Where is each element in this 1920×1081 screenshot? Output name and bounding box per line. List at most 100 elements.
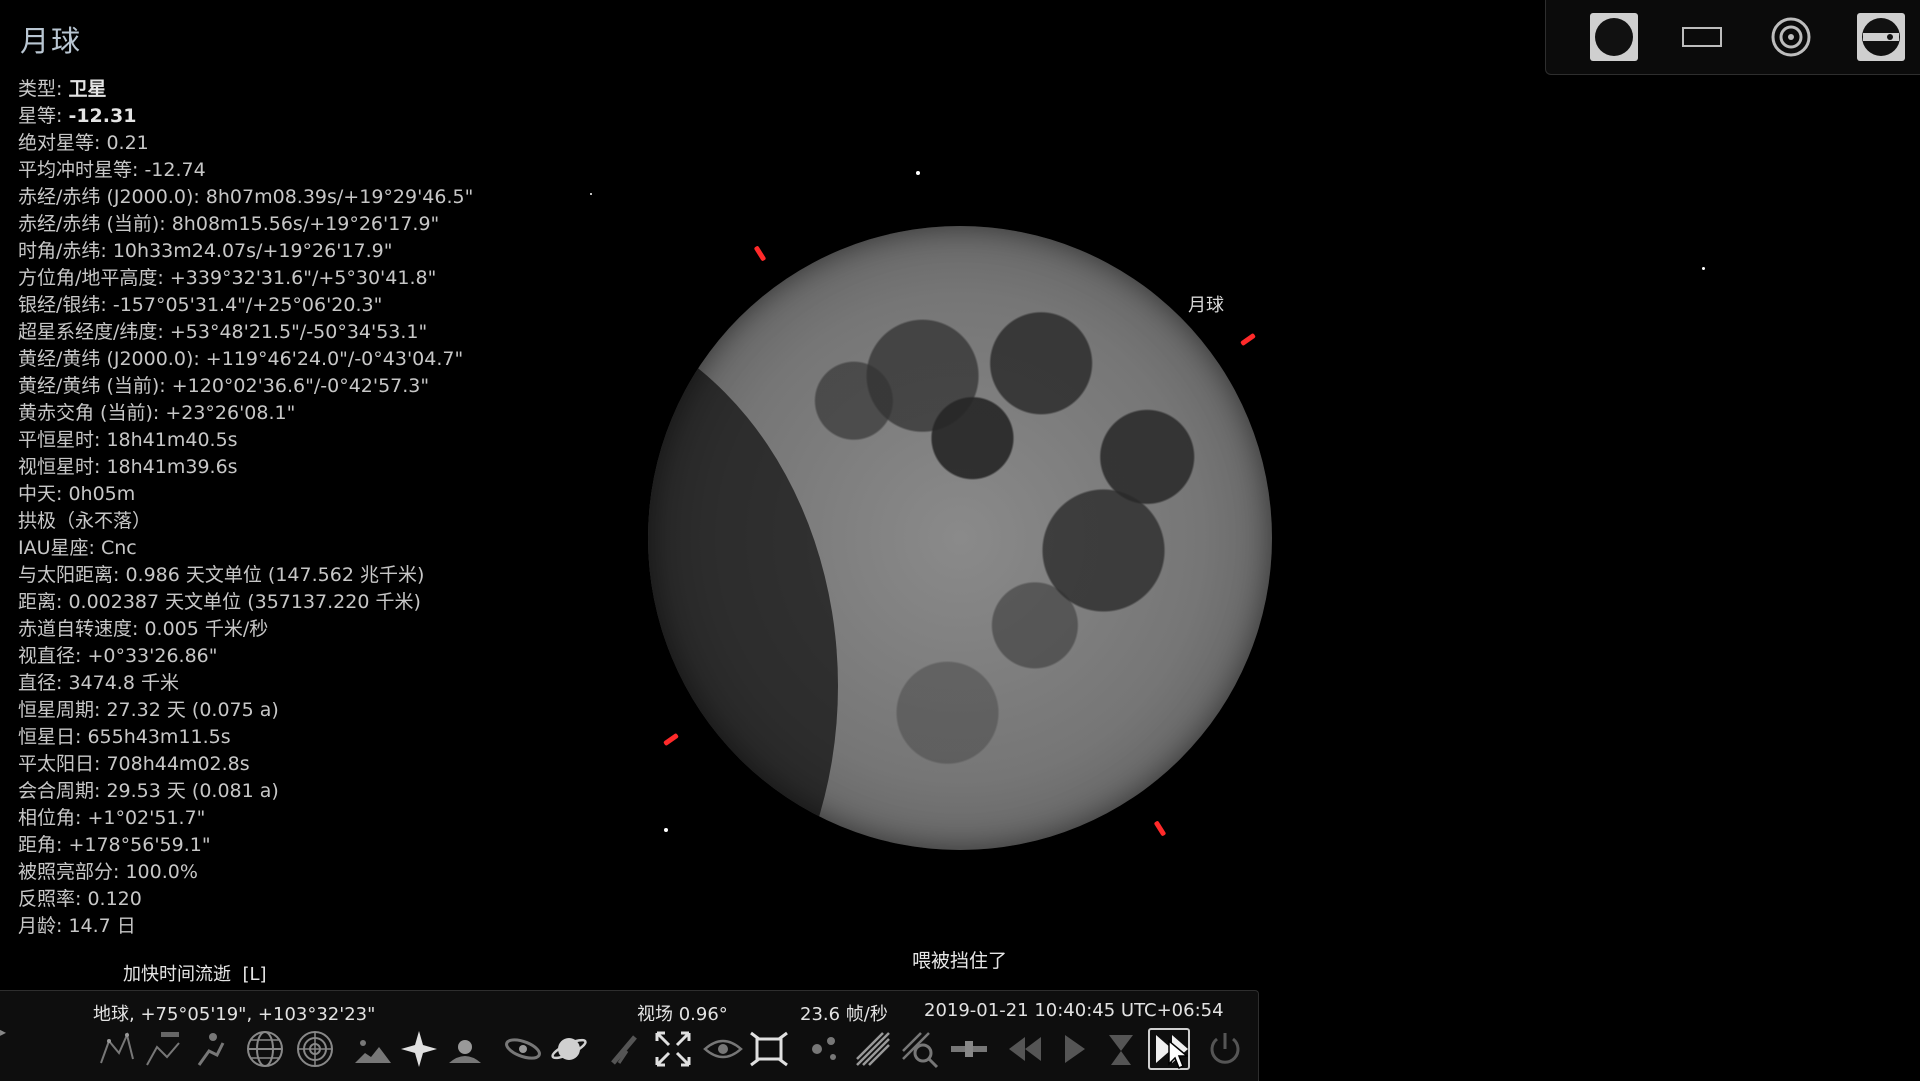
deep-sky-objects-button[interactable] xyxy=(502,1028,544,1070)
constellation-lines-button[interactable] xyxy=(96,1028,138,1070)
rewind-icon xyxy=(1009,1037,1041,1061)
info-label: 时角/赤纬: xyxy=(18,240,113,262)
info-value: 3474.8 千米 xyxy=(68,672,179,694)
info-label: 距角: xyxy=(18,834,69,856)
info-value: 27.32 天 (0.075 a) xyxy=(106,699,279,721)
telescope-mount-icon xyxy=(611,1035,637,1065)
selection-marker xyxy=(753,245,767,262)
azimuthal-grid-button[interactable] xyxy=(294,1028,336,1070)
telrad-button[interactable] xyxy=(1766,12,1816,62)
decrease-time-speed-button[interactable] xyxy=(1004,1028,1046,1070)
fov-readout: 视场 0.96° xyxy=(637,1004,728,1025)
constellation-labels-icon xyxy=(146,1032,180,1066)
info-value: 0.120 xyxy=(87,888,142,910)
star[interactable] xyxy=(664,828,668,832)
info-row: 恒星日: 655h43m11.5s xyxy=(18,724,538,751)
search-icon xyxy=(902,1032,939,1069)
constellation-art-button[interactable] xyxy=(188,1028,230,1070)
info-row: 赤道自转速度: 0.005 千米/秒 xyxy=(18,616,538,643)
info-label: 超星系经度/纬度: xyxy=(18,321,170,343)
meteor-showers-button[interactable] xyxy=(852,1028,894,1070)
info-label: 方位角/地平高度: xyxy=(18,267,170,289)
info-value: 8h08m15.56s/+19°26'17.9" xyxy=(171,213,440,235)
info-row: 平均冲时星等: -12.74 xyxy=(18,157,538,184)
info-row: 黄经/黄纬 (当前): +120°02'36.6"/-0°42'57.3" xyxy=(18,373,538,400)
quit-button[interactable] xyxy=(1204,1028,1246,1070)
info-row: 被照亮部分: 100.0% xyxy=(18,859,538,886)
info-value: -157°05'31.4"/+25°06'20.3" xyxy=(112,294,383,316)
toolbar-expand-handle[interactable]: ▸ xyxy=(0,1025,12,1053)
info-value: +1°02'51.7" xyxy=(87,807,206,829)
equatorial-mount-button[interactable] xyxy=(604,1028,646,1070)
info-row: IAU星座: Cnc xyxy=(18,535,538,562)
info-label: 平均冲时星等: xyxy=(18,159,145,181)
selection-marker xyxy=(1153,820,1167,837)
info-value: 14.7 日 xyxy=(68,915,136,937)
satellite-icon xyxy=(951,1041,987,1057)
info-label: 直径: xyxy=(18,672,69,694)
datetime-readout: 2019-01-21 10:40:45 UTC+06:54 xyxy=(924,1000,1224,1021)
info-row: 方位角/地平高度: +339°32'31.6"/+5°30'41.8" xyxy=(18,265,538,292)
center-on-selected-button[interactable] xyxy=(652,1028,694,1070)
selection-marker xyxy=(1240,332,1256,347)
meteor-search-button[interactable] xyxy=(898,1028,940,1070)
info-row: 反照率: 0.120 xyxy=(18,886,538,913)
info-label: 恒星日: xyxy=(18,726,88,748)
star[interactable] xyxy=(916,171,920,175)
info-label: 与太阳距离: xyxy=(18,564,126,586)
info-row: 中天: 0h05m xyxy=(18,481,538,508)
info-label: 反照率: xyxy=(18,888,88,910)
play-icon xyxy=(1065,1035,1085,1063)
selection-marker xyxy=(663,732,679,747)
object-info-panel: 类型: 卫星 星等: -12.31 绝对星等: 0.21 平均冲时星等: -12.74… xyxy=(18,76,538,940)
cardinal-points-button[interactable] xyxy=(398,1028,440,1070)
info-value: Cnc xyxy=(100,537,137,559)
telescope-config-button[interactable] xyxy=(1856,12,1906,62)
info-label: 被照亮部分: xyxy=(18,861,126,883)
ocular-button[interactable] xyxy=(1589,12,1639,62)
night-mode-button[interactable] xyxy=(702,1028,744,1070)
info-row: 时角/赤纬: 10h33m24.07s/+19°26'17.9" xyxy=(18,238,538,265)
info-row: 赤经/赤纬 (当前): 8h08m15.56s/+19°26'17.9" xyxy=(18,211,538,238)
sensor-frame-button[interactable] xyxy=(1677,12,1727,62)
info-value: -12.74 xyxy=(144,159,206,181)
moon[interactable] xyxy=(648,226,1272,850)
info-row: 赤经/赤纬 (J2000.0): 8h07m08.39s/+19°29'46.5… xyxy=(18,184,538,211)
location-readout: 地球, +75°05'19", +103°32'23" xyxy=(93,1004,376,1025)
star[interactable] xyxy=(590,193,592,195)
center-icon xyxy=(655,1031,691,1067)
atmosphere-icon xyxy=(449,1040,481,1063)
info-row: 银经/银纬: -157°05'31.4"/+25°06'20.3" xyxy=(18,292,538,319)
info-row: 距角: +178°56'59.1" xyxy=(18,832,538,859)
constellation-art-icon xyxy=(197,1033,225,1066)
info-value: 100.0% xyxy=(125,861,198,883)
play-pause-button[interactable] xyxy=(1052,1028,1094,1070)
exoplanets-button[interactable] xyxy=(806,1028,848,1070)
info-value: 10h33m24.07s/+19°26'17.9" xyxy=(112,240,393,262)
exoplanet-icon xyxy=(812,1037,836,1060)
meteor-shower-icon xyxy=(856,1032,890,1066)
azimuthal-grid-icon xyxy=(297,1031,333,1067)
constellation-labels-button[interactable] xyxy=(142,1028,184,1070)
fullscreen-button[interactable] xyxy=(748,1028,790,1070)
equatorial-grid-icon xyxy=(247,1031,283,1067)
set-current-time-button[interactable] xyxy=(1100,1028,1142,1070)
info-value: 29.53 天 (0.081 a) xyxy=(106,780,279,802)
satellites-button[interactable] xyxy=(948,1028,990,1070)
ground-button[interactable] xyxy=(352,1028,394,1070)
star[interactable] xyxy=(1702,267,1705,270)
telrad-icon xyxy=(1771,17,1811,57)
ocular-icon xyxy=(1590,13,1638,61)
info-label: 绝对星等: xyxy=(18,132,107,154)
info-row: 黄赤交角 (当前): +23°26'08.1" xyxy=(18,400,538,427)
atmosphere-button[interactable] xyxy=(444,1028,486,1070)
info-label: 赤道自转速度: xyxy=(18,618,145,640)
mouse-cursor-icon xyxy=(1168,1040,1188,1070)
info-row: 绝对星等: 0.21 xyxy=(18,130,538,157)
equatorial-grid-button[interactable] xyxy=(244,1028,286,1070)
info-value: +53°48'21.5"/-50°34'53.1" xyxy=(169,321,428,343)
planet-labels-button[interactable] xyxy=(548,1028,590,1070)
info-label: 视恒星时: xyxy=(18,456,107,478)
info-row: 平太阳日: 708h44m02.8s xyxy=(18,751,538,778)
info-label: 中天: xyxy=(18,483,69,505)
